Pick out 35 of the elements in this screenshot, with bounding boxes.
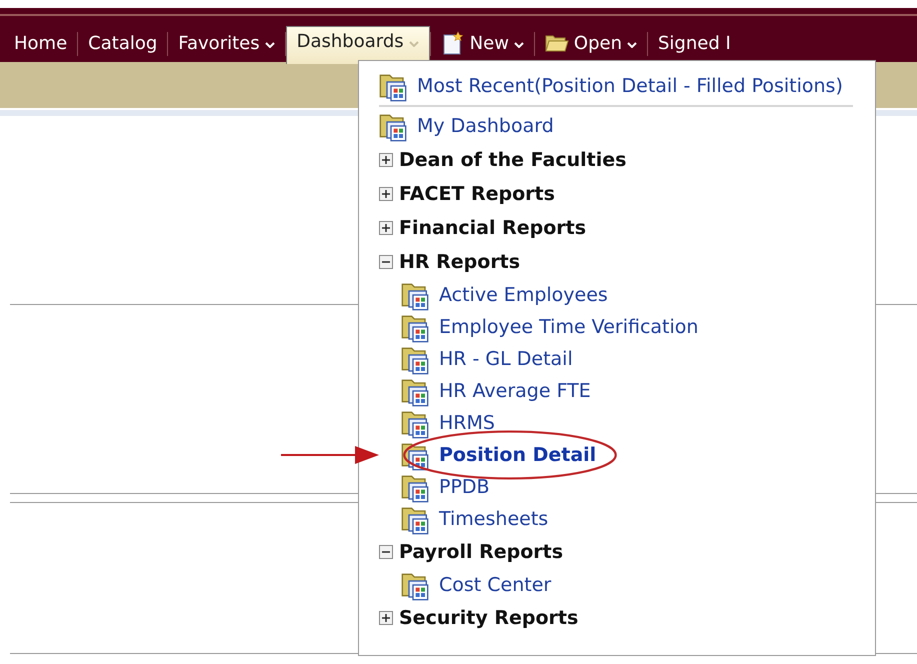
- menu-item[interactable]: Most Recent(Position Detail - Filled Positions): [379, 67, 853, 105]
- menu-folder[interactable]: HR Reports: [379, 245, 853, 279]
- menu-folder[interactable]: Financial Reports: [379, 211, 853, 245]
- collapse-icon[interactable]: [379, 255, 393, 269]
- nav-menu-item[interactable]: Catalog: [78, 28, 168, 62]
- expand-icon[interactable]: [379, 153, 393, 167]
- collapse-icon[interactable]: [379, 545, 393, 559]
- expand-icon[interactable]: [379, 611, 393, 625]
- nav-menu-item[interactable]: Signed I: [648, 28, 741, 62]
- menu-item[interactable]: HR Average FTE: [379, 375, 853, 407]
- menu-folder[interactable]: Payroll Reports: [379, 535, 853, 569]
- nav-menu-item[interactable]: New: [430, 28, 534, 62]
- menu-folder[interactable]: Dean of the Faculties: [379, 143, 853, 177]
- nav-menu-item[interactable]: Home: [4, 28, 78, 62]
- menu-folder[interactable]: Security Reports: [379, 601, 853, 635]
- caret-icon: [408, 40, 419, 46]
- menu-item[interactable]: PPDB: [379, 471, 853, 503]
- menu-item[interactable]: HR - GL Detail: [379, 343, 853, 375]
- menu-item[interactable]: My Dashboard: [379, 109, 853, 143]
- nav-menu-item[interactable]: Dashboards: [286, 26, 430, 64]
- caret-icon: [264, 42, 275, 48]
- menu-item[interactable]: Cost Center: [379, 569, 853, 601]
- new-document-icon: [440, 31, 465, 55]
- nav-menu-item[interactable]: Favorites: [168, 28, 285, 62]
- expand-icon[interactable]: [379, 221, 393, 235]
- caret-icon: [627, 42, 637, 48]
- menu-item[interactable]: Position Detail: [379, 439, 853, 471]
- nav-menu-item[interactable]: Open: [534, 28, 647, 62]
- menu-item[interactable]: Employee Time Verification: [379, 311, 853, 343]
- menu-folder[interactable]: FACET Reports: [379, 177, 853, 211]
- caret-icon: [514, 42, 524, 48]
- menu-item[interactable]: HRMS: [379, 407, 853, 439]
- menu-item[interactable]: Active Employees: [379, 279, 853, 311]
- expand-icon[interactable]: [379, 187, 393, 201]
- menu-item[interactable]: Timesheets: [379, 503, 853, 535]
